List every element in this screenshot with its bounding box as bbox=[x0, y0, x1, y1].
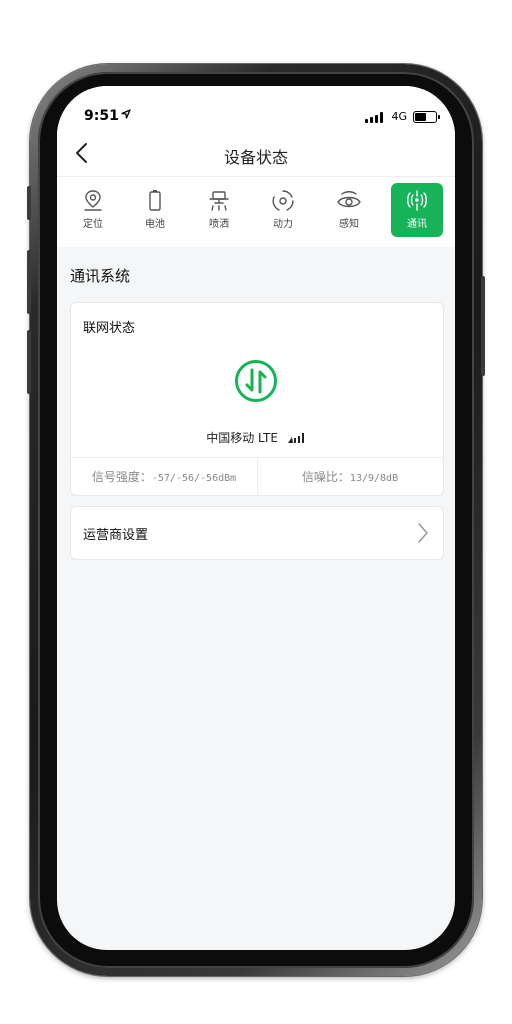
tab-communication[interactable]: 通讯 bbox=[391, 183, 443, 237]
volume-down-button bbox=[27, 330, 31, 394]
tab-location[interactable]: 定位 bbox=[67, 183, 119, 237]
tab-power[interactable]: 动力 bbox=[257, 183, 309, 237]
status-time: 9:51 bbox=[84, 108, 119, 124]
location-arrow-icon bbox=[121, 109, 131, 122]
signal-bars-icon bbox=[287, 433, 308, 443]
carrier-row: 中国移动 LTE bbox=[71, 429, 443, 446]
signal-strength-label: 信号强度： bbox=[91, 470, 152, 484]
page-title: 设备状态 bbox=[223, 148, 288, 167]
signal-noise-ratio: 信噪比：13/9/8dB bbox=[257, 458, 443, 496]
network-type: 4G bbox=[391, 110, 407, 123]
tab-label: 动力 bbox=[273, 219, 293, 230]
spray-icon bbox=[209, 191, 229, 211]
tab-battery[interactable]: 电池 bbox=[129, 183, 181, 237]
operator-settings-label: 运营商设置 bbox=[83, 528, 149, 543]
tab-perception[interactable]: 感知 bbox=[323, 183, 375, 237]
power-icon bbox=[272, 190, 294, 211]
volume-up-button bbox=[27, 250, 31, 314]
phone-screen: 9:51 4G 设备状态 定位 电池 喷洒 动力 感知 通讯 通讯系统 联网状态… bbox=[57, 86, 455, 950]
tab-label: 定位 bbox=[83, 219, 103, 230]
snr-label: 信噪比： bbox=[301, 470, 350, 484]
navigation-bar: 设备状态 bbox=[57, 130, 455, 176]
tab-label: 感知 bbox=[339, 219, 359, 230]
location-icon bbox=[84, 190, 102, 211]
status-bar: 9:51 4G bbox=[57, 86, 455, 130]
battery-status-icon bbox=[413, 111, 440, 123]
operator-settings-row[interactable]: 运营商设置 bbox=[70, 506, 444, 560]
mute-switch bbox=[27, 186, 31, 220]
network-status-card: 联网状态 中国移动 LTE 信号强度：-57/-56/-56dBm 信噪比：13… bbox=[70, 302, 444, 496]
signal-strength-value: -57/-56/-56dBm bbox=[151, 473, 237, 484]
perception-icon bbox=[337, 191, 361, 208]
signal-stats: 信号强度：-57/-56/-56dBm 信噪比：13/9/8dB bbox=[71, 457, 443, 496]
signal-strength: 信号强度：-57/-56/-56dBm bbox=[71, 458, 258, 496]
status-tab-bar: 定位 电池 喷洒 动力 感知 通讯 bbox=[57, 176, 455, 247]
card-title: 联网状态 bbox=[83, 321, 136, 336]
tab-label: 喷洒 bbox=[209, 219, 229, 230]
snr-value: 13/9/8dB bbox=[349, 473, 399, 484]
tab-spray[interactable]: 喷洒 bbox=[193, 183, 245, 237]
cellular-signal-icon bbox=[365, 112, 383, 123]
tab-label: 通讯 bbox=[407, 219, 427, 230]
power-button bbox=[481, 276, 485, 376]
chevron-right-icon bbox=[418, 523, 428, 543]
battery-icon bbox=[149, 190, 161, 211]
communication-icon bbox=[407, 190, 427, 211]
section-title: 通讯系统 bbox=[70, 267, 131, 285]
tab-label: 电池 bbox=[145, 219, 165, 230]
carrier-name: 中国移动 LTE bbox=[206, 431, 278, 445]
data-transfer-icon bbox=[235, 360, 277, 402]
